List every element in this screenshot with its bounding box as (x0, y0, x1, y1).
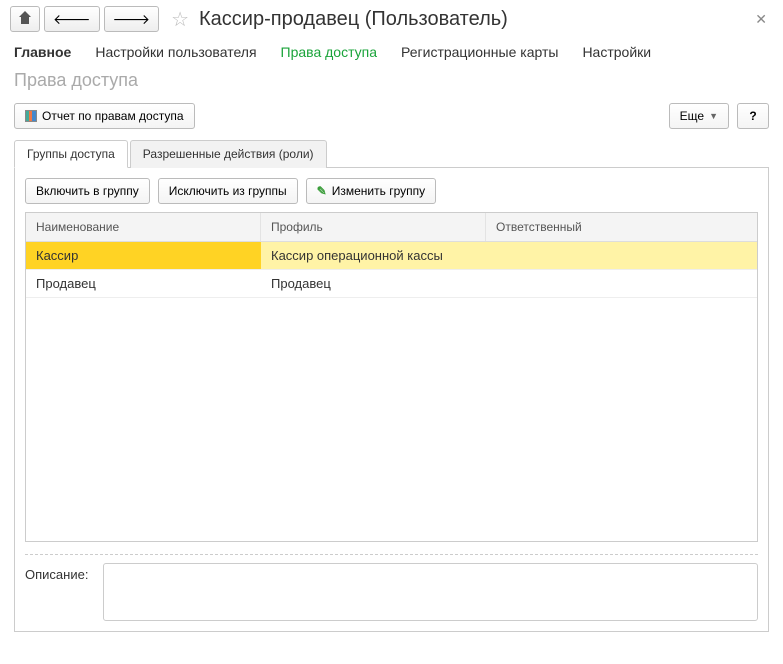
nav-group: 🡐 🡒 (10, 6, 159, 32)
section-subtitle: Права доступа (0, 70, 783, 99)
grid-header: Наименование Профиль Ответственный (26, 213, 757, 242)
menu-item-reg-cards[interactable]: Регистрационные карты (401, 44, 558, 60)
cell-responsible (486, 270, 757, 297)
cell-profile: Кассир операционной кассы (261, 242, 486, 269)
arrow-right-icon: 🡒 (113, 12, 151, 26)
favorite-star-icon[interactable]: ☆ (171, 7, 189, 32)
more-label: Еще (680, 109, 704, 123)
cell-profile: Продавец (261, 270, 486, 297)
more-button[interactable]: Еще ▼ (669, 103, 729, 129)
close-button[interactable]: ✕ (749, 7, 773, 32)
pencil-icon: ✎ (317, 184, 327, 198)
exclude-label: Исключить из группы (169, 184, 287, 198)
include-group-button[interactable]: Включить в группу (25, 178, 150, 204)
description-textarea[interactable] (103, 563, 758, 621)
tabs: Группы доступа Разрешенные действия (рол… (14, 139, 769, 168)
menu-item-main[interactable]: Главное (14, 44, 71, 60)
access-report-label: Отчет по правам доступа (42, 109, 184, 123)
col-header-name[interactable]: Наименование (26, 213, 261, 241)
menu-item-access-rights[interactable]: Права доступа (281, 44, 377, 60)
edit-group-button[interactable]: ✎ Изменить группу (306, 178, 436, 204)
cell-name: Кассир (26, 242, 261, 269)
col-header-profile[interactable]: Профиль (261, 213, 486, 241)
inner-toolbar: Включить в группу Исключить из группы ✎ … (25, 178, 758, 204)
table-row[interactable]: Кассир Кассир операционной кассы (26, 242, 757, 270)
divider (25, 554, 758, 555)
arrow-left-icon: 🡐 (53, 12, 91, 26)
table-row[interactable]: Продавец Продавец (26, 270, 757, 298)
report-icon (25, 110, 37, 122)
edit-label: Изменить группу (332, 184, 425, 198)
col-header-responsible[interactable]: Ответственный (486, 213, 757, 241)
home-button[interactable] (10, 6, 40, 32)
page-title: Кассир-продавец (Пользователь) (199, 8, 743, 31)
help-button[interactable]: ? (737, 103, 769, 129)
chevron-down-icon: ▼ (709, 111, 718, 121)
toolbar: Отчет по правам доступа Еще ▼ ? (0, 99, 783, 139)
menu-item-user-settings[interactable]: Настройки пользователя (95, 44, 256, 60)
description-row: Описание: (25, 563, 758, 621)
include-label: Включить в группу (36, 184, 139, 198)
grid: Наименование Профиль Ответственный Касси… (25, 212, 758, 542)
back-button[interactable]: 🡐 (44, 6, 100, 32)
home-icon (19, 13, 31, 25)
cell-responsible (486, 242, 757, 269)
tab-access-groups[interactable]: Группы доступа (14, 140, 128, 168)
forward-button[interactable]: 🡒 (104, 6, 160, 32)
tab-body: Включить в группу Исключить из группы ✎ … (14, 168, 769, 632)
cell-name: Продавец (26, 270, 261, 297)
help-label: ? (749, 109, 756, 123)
description-label: Описание: (25, 563, 95, 582)
exclude-group-button[interactable]: Исключить из группы (158, 178, 298, 204)
top-bar: 🡐 🡒 ☆ Кассир-продавец (Пользователь) ✕ (0, 0, 783, 38)
access-report-button[interactable]: Отчет по правам доступа (14, 103, 195, 129)
tab-allowed-actions[interactable]: Разрешенные действия (роли) (130, 140, 327, 168)
menu-bar: Главное Настройки пользователя Права дос… (0, 38, 783, 70)
menu-item-settings[interactable]: Настройки (582, 44, 651, 60)
grid-body: Кассир Кассир операционной кассы Продаве… (26, 242, 757, 541)
